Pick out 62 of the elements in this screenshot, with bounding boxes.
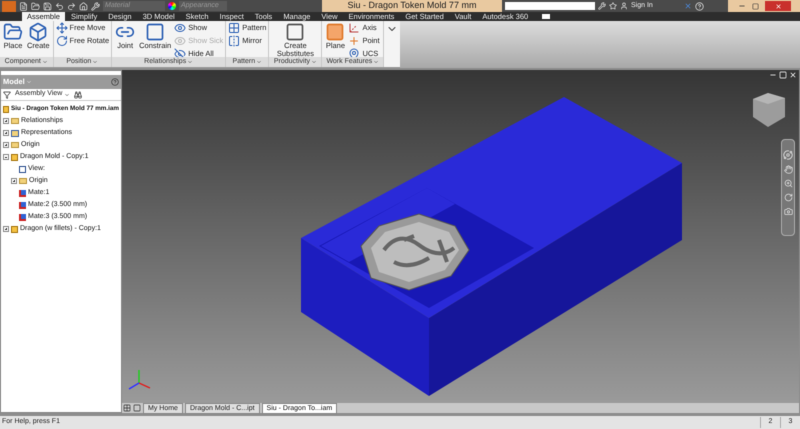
orbit-icon[interactable] <box>784 193 792 202</box>
search-field[interactable] <box>505 2 595 10</box>
restore-icon[interactable] <box>752 2 759 10</box>
caret-icon <box>26 79 32 85</box>
camera-icon[interactable] <box>784 207 792 216</box>
part-icon <box>11 154 18 160</box>
expand-icon[interactable] <box>3 142 9 148</box>
zoom-icon[interactable] <box>784 179 792 188</box>
ucs-icon <box>348 48 360 60</box>
expand-icon[interactable] <box>3 226 9 232</box>
caret-icon <box>42 59 48 65</box>
color-wheel-icon[interactable] <box>168 2 176 10</box>
folder-icon <box>19 178 27 184</box>
move-icon <box>56 22 68 34</box>
expand-icon[interactable] <box>3 118 9 124</box>
caret-icon <box>187 59 194 65</box>
expand-icon[interactable] <box>11 178 17 184</box>
open-icon[interactable] <box>31 2 40 10</box>
rotate-icon <box>56 35 68 47</box>
caret-icon <box>64 92 70 98</box>
folder-icon <box>3 22 23 42</box>
close-icon[interactable] <box>789 71 797 79</box>
eye-icon <box>174 22 186 34</box>
redo-icon[interactable] <box>67 2 76 10</box>
caret-icon <box>256 59 262 65</box>
new-file-icon[interactable] <box>19 2 28 10</box>
undo-icon[interactable] <box>55 2 64 10</box>
pan-icon[interactable] <box>784 165 792 174</box>
home-icon[interactable] <box>79 2 88 10</box>
filter-icon[interactable] <box>3 90 11 98</box>
square-icon <box>285 22 306 42</box>
point-icon <box>348 35 360 47</box>
wrench-icon[interactable] <box>598 2 606 10</box>
binoculars-icon[interactable] <box>74 90 82 98</box>
axis-triad-icon <box>128 370 150 390</box>
save-icon[interactable] <box>43 2 52 10</box>
folder-icon <box>11 118 19 124</box>
view-cube-icon[interactable] <box>753 93 785 127</box>
cube-icon <box>28 22 48 42</box>
caret-icon <box>92 59 98 65</box>
plane-icon <box>325 22 346 42</box>
square-icon <box>145 22 166 42</box>
wrench-icon[interactable] <box>91 2 100 10</box>
grid-icon <box>228 22 240 34</box>
eye-icon <box>174 35 186 47</box>
star-icon[interactable] <box>609 2 617 10</box>
tile-icon[interactable] <box>123 404 131 412</box>
user-icon[interactable] <box>620 2 628 10</box>
axis-icon <box>348 22 360 34</box>
folder-icon <box>11 142 19 148</box>
window-list-icon[interactable] <box>542 14 550 19</box>
caret-icon <box>373 59 380 65</box>
part-icon <box>11 226 18 232</box>
mirror-icon <box>228 35 240 47</box>
representations-icon <box>11 130 19 136</box>
help-icon[interactable] <box>111 78 119 86</box>
expand-icon[interactable] <box>3 130 9 136</box>
steering-wheel-icon[interactable] <box>783 150 793 160</box>
collapse-icon[interactable] <box>3 154 9 160</box>
close-icon[interactable] <box>774 2 782 10</box>
window-title: Siu - Dragon Token Mold 77 mm <box>346 0 478 12</box>
caret-icon <box>311 59 318 65</box>
